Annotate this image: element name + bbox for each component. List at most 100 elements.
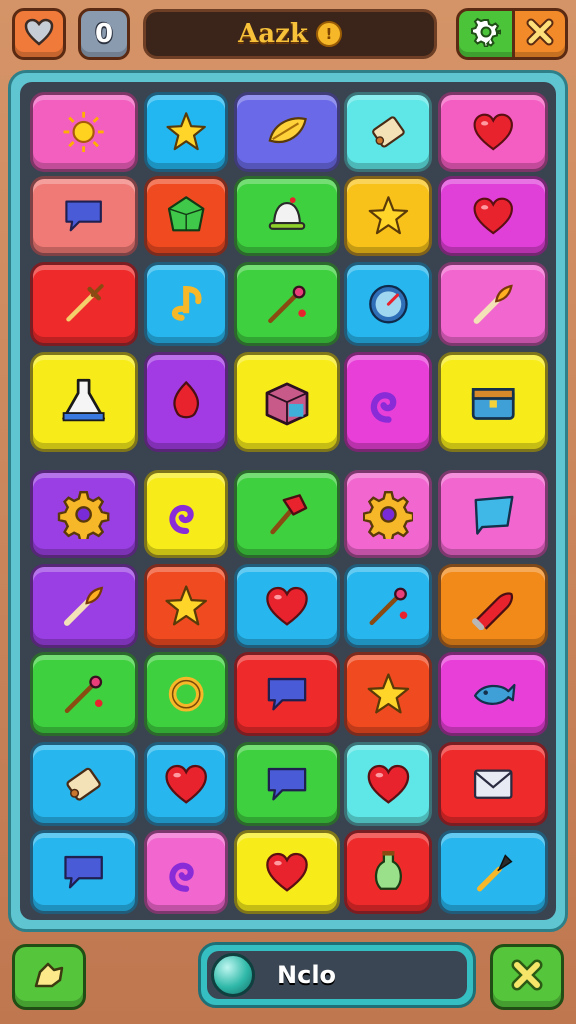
- game-tile[interactable]: [30, 742, 138, 826]
- status-text: Nclo: [277, 961, 337, 989]
- game-tile[interactable]: [344, 92, 432, 172]
- game-title: Aazk: [238, 19, 308, 49]
- settings-button[interactable]: [456, 8, 516, 60]
- game-tile[interactable]: [30, 92, 138, 172]
- heart-icon: [441, 179, 545, 253]
- game-tile[interactable]: [144, 564, 228, 648]
- coin-symbol: !: [325, 25, 333, 43]
- game-tile[interactable]: [30, 352, 138, 452]
- game-tile[interactable]: [234, 92, 340, 172]
- flask-icon: [33, 355, 135, 449]
- close-button[interactable]: [512, 8, 568, 60]
- heart-icon: [147, 745, 225, 823]
- bell-icon: [237, 179, 337, 253]
- heart-icon: [347, 745, 429, 823]
- game-tile[interactable]: [234, 262, 340, 346]
- shape-icon: [32, 960, 66, 994]
- game-tile[interactable]: [344, 470, 432, 558]
- wand-icon: [237, 265, 337, 343]
- game-tile[interactable]: [438, 352, 548, 452]
- game-tile[interactable]: [344, 564, 432, 648]
- score-counter: 0: [78, 8, 130, 60]
- game-tile[interactable]: [344, 830, 432, 914]
- envelope-icon: [441, 745, 545, 823]
- close-icon: [510, 958, 544, 996]
- game-tile[interactable]: [438, 176, 548, 256]
- coin-icon: !: [315, 21, 342, 47]
- swirl-icon: [147, 473, 225, 555]
- scroll-icon: [33, 745, 135, 823]
- game-tile[interactable]: [144, 176, 228, 256]
- game-tile[interactable]: [344, 352, 432, 452]
- game-tile[interactable]: [438, 652, 548, 736]
- flag-icon: [441, 473, 545, 555]
- swirl-icon: [347, 355, 429, 449]
- gauge-icon: [347, 265, 429, 343]
- treasure-box-icon: [237, 355, 337, 449]
- orb-icon: [211, 953, 255, 997]
- game-tile[interactable]: [30, 830, 138, 914]
- torch-icon: [441, 265, 545, 343]
- right-action-button[interactable]: [490, 944, 564, 1010]
- game-tile[interactable]: [144, 742, 228, 826]
- left-action-button[interactable]: [12, 944, 86, 1010]
- wand-icon: [33, 655, 135, 733]
- game-tile[interactable]: [438, 470, 548, 558]
- game-tile[interactable]: [234, 352, 340, 452]
- game-tile[interactable]: [234, 470, 340, 558]
- game-tile[interactable]: [144, 830, 228, 914]
- game-tile[interactable]: [234, 830, 340, 914]
- game-tile[interactable]: [438, 262, 548, 346]
- heart-icon: [237, 833, 337, 911]
- wand-icon: [347, 567, 429, 645]
- game-board: [20, 82, 556, 920]
- game-tile[interactable]: [30, 652, 138, 736]
- star-icon: [147, 567, 225, 645]
- ring-icon: [147, 655, 225, 733]
- game-tile[interactable]: [30, 564, 138, 648]
- status-panel: Nclo: [198, 942, 476, 1008]
- game-tile[interactable]: [344, 742, 432, 826]
- heart-icon: [441, 95, 545, 169]
- game-tile[interactable]: [234, 176, 340, 256]
- game-tile[interactable]: [438, 742, 548, 826]
- sun-icon: [33, 95, 135, 169]
- speech-bubble-icon: [237, 745, 337, 823]
- game-tile[interactable]: [144, 262, 228, 346]
- gear-icon: [347, 473, 429, 555]
- game-tile[interactable]: [438, 564, 548, 648]
- fish-icon: [441, 655, 545, 733]
- hammer-icon: [237, 473, 337, 555]
- game-tile[interactable]: [344, 262, 432, 346]
- lives-button[interactable]: [12, 8, 66, 60]
- game-tile[interactable]: [234, 564, 340, 648]
- game-tile[interactable]: [30, 262, 138, 346]
- game-tile[interactable]: [438, 92, 548, 172]
- game-tile[interactable]: [234, 652, 340, 736]
- title-banner: Aazk !: [143, 9, 437, 59]
- bullet-icon: [441, 567, 545, 645]
- game-tile[interactable]: [144, 352, 228, 452]
- swirl-icon: [147, 833, 225, 911]
- game-tile[interactable]: [344, 652, 432, 736]
- gear-icon: [33, 473, 135, 555]
- close-icon: [526, 18, 554, 50]
- torch-icon: [33, 567, 135, 645]
- heart-icon: [237, 567, 337, 645]
- game-tile[interactable]: [30, 470, 138, 558]
- game-tile[interactable]: [144, 652, 228, 736]
- score-value: 0: [94, 19, 114, 49]
- leaf-icon: [237, 95, 337, 169]
- scroll-icon: [347, 95, 429, 169]
- game-tile[interactable]: [144, 470, 228, 558]
- game-tile[interactable]: [438, 830, 548, 914]
- game-tile[interactable]: [344, 176, 432, 256]
- music-note-icon: [147, 265, 225, 343]
- game-tile[interactable]: [144, 92, 228, 172]
- speech-bubble-icon: [33, 833, 135, 911]
- game-tile[interactable]: [234, 742, 340, 826]
- gear-icon: [471, 17, 502, 51]
- game-tile[interactable]: [30, 176, 138, 256]
- chest-icon: [441, 355, 545, 449]
- heart-icon: [24, 18, 54, 50]
